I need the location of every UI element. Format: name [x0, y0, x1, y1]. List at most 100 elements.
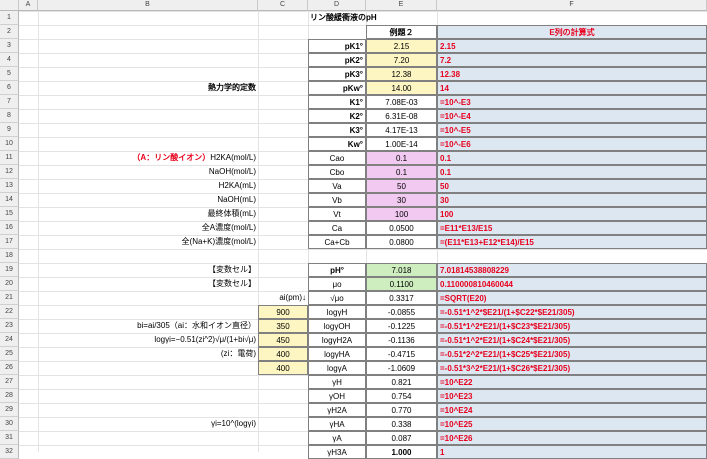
log-gamma-value[interactable]: -0.4715 [366, 347, 437, 361]
row-header[interactable]: 16 [0, 221, 19, 235]
log-gamma-label[interactable]: logγOH [308, 319, 366, 333]
input-label[interactable]: Ca+Cb [308, 235, 366, 249]
param-label[interactable]: K3° [308, 123, 366, 137]
row-header[interactable]: 19 [0, 263, 19, 277]
input-value[interactable]: 100 [366, 207, 437, 221]
gamma-label[interactable]: γHA [308, 417, 366, 431]
log-gamma-value[interactable]: -0.0855 [366, 305, 437, 319]
input-value[interactable]: 0.0800 [366, 235, 437, 249]
row-header[interactable]: 7 [0, 95, 19, 109]
row-header[interactable]: 13 [0, 179, 19, 193]
param-formula[interactable]: 2.15 [437, 39, 707, 53]
row-header[interactable]: 27 [0, 375, 19, 389]
example-header[interactable]: 例題２ [366, 25, 437, 39]
variable-formula[interactable]: =SQRT(E20) [437, 291, 707, 305]
input-label[interactable]: Vb [308, 193, 366, 207]
param-value[interactable]: 14.00 [366, 81, 437, 95]
gamma-formula[interactable]: 1 [437, 445, 707, 459]
param-label[interactable]: pK1° [308, 39, 366, 53]
column-header-e[interactable]: E [366, 0, 437, 11]
row-header[interactable]: 22 [0, 305, 19, 319]
row-header[interactable]: 25 [0, 347, 19, 361]
log-gamma-formula[interactable]: =-0.51*1^2*$E21/(1+$C22*$E21/305) [437, 305, 707, 319]
row-header[interactable]: 17 [0, 235, 19, 249]
param-label[interactable]: Kw° [308, 137, 366, 151]
param-value[interactable]: 1.00E-14 [366, 137, 437, 151]
row-header[interactable]: 18 [0, 249, 19, 263]
row-header[interactable]: 24 [0, 333, 19, 347]
log-gamma-value[interactable]: -0.1225 [366, 319, 437, 333]
param-value[interactable]: 7.20 [366, 53, 437, 67]
row-header[interactable]: 21 [0, 291, 19, 305]
row-header[interactable]: 15 [0, 207, 19, 221]
param-label[interactable]: pKw° [308, 81, 366, 95]
input-formula[interactable]: 0.1 [437, 151, 707, 165]
gamma-formula[interactable]: =10^E24 [437, 403, 707, 417]
ion-diameter[interactable]: 400 [258, 361, 308, 375]
input-label[interactable]: Vt [308, 207, 366, 221]
row-header[interactable]: 9 [0, 123, 19, 137]
gamma-value[interactable]: 0.338 [366, 417, 437, 431]
ion-diameter[interactable]: 450 [258, 333, 308, 347]
row-header[interactable]: 10 [0, 137, 19, 151]
column-header-b[interactable]: B [38, 0, 258, 11]
row-header[interactable]: 28 [0, 389, 19, 403]
ion-diameter[interactable]: 900 [258, 305, 308, 319]
column-header-c[interactable]: C [258, 0, 308, 11]
gamma-formula[interactable]: =10^E26 [437, 431, 707, 445]
input-label[interactable]: Cao [308, 151, 366, 165]
param-formula[interactable]: 7.2 [437, 53, 707, 67]
param-formula[interactable]: 14 [437, 81, 707, 95]
input-value[interactable]: 0.0500 [366, 221, 437, 235]
gamma-label[interactable]: γH3A [308, 445, 366, 459]
row-header[interactable]: 23 [0, 319, 19, 333]
input-formula[interactable]: 30 [437, 193, 707, 207]
log-gamma-formula[interactable]: =-0.51*3^2*E21/(1+$C26*$E21/305) [437, 361, 707, 375]
variable-value[interactable]: 0.3317 [366, 291, 437, 305]
log-gamma-value[interactable]: -1.0609 [366, 361, 437, 375]
variable-label[interactable]: √μo [308, 291, 366, 305]
gamma-value[interactable]: 0.754 [366, 389, 437, 403]
row-header[interactable]: 6 [0, 81, 19, 95]
gamma-formula[interactable]: =10^E22 [437, 375, 707, 389]
row-header[interactable]: 3 [0, 39, 19, 53]
input-formula[interactable]: 100 [437, 207, 707, 221]
input-label[interactable]: Va [308, 179, 366, 193]
param-value[interactable]: 4.17E-13 [366, 123, 437, 137]
gamma-label[interactable]: γOH [308, 389, 366, 403]
column-header-d[interactable]: D [308, 0, 366, 11]
gamma-value[interactable]: 0.770 [366, 403, 437, 417]
gamma-label[interactable]: γH2A [308, 403, 366, 417]
gamma-value[interactable]: 0.821 [366, 375, 437, 389]
row-header[interactable]: 20 [0, 277, 19, 291]
log-gamma-formula[interactable]: =-0.51*1^2*E21/(1+$C24*$E21/305) [437, 333, 707, 347]
row-header[interactable]: 8 [0, 109, 19, 123]
column-header-a[interactable]: A [19, 0, 38, 11]
column-header-f[interactable]: F [437, 0, 707, 11]
param-formula[interactable]: 12.38 [437, 67, 707, 81]
row-header[interactable]: 32 [0, 445, 19, 459]
variable-value[interactable]: 7.018 [366, 263, 437, 277]
param-value[interactable]: 12.38 [366, 67, 437, 81]
param-label[interactable]: pK2° [308, 53, 366, 67]
log-gamma-label[interactable]: logγHA [308, 347, 366, 361]
row-header[interactable]: 12 [0, 165, 19, 179]
row-header[interactable]: 11 [0, 151, 19, 165]
variable-formula[interactable]: 7.01814538808229 [437, 263, 707, 277]
input-value[interactable]: 50 [366, 179, 437, 193]
param-label[interactable]: K1° [308, 95, 366, 109]
variable-label[interactable]: pH° [308, 263, 366, 277]
input-formula[interactable]: 0.1 [437, 165, 707, 179]
input-value[interactable]: 30 [366, 193, 437, 207]
param-label[interactable]: pK3° [308, 67, 366, 81]
log-gamma-formula[interactable]: =-0.51*1^2*E21/(1+$C23*$E21/305) [437, 319, 707, 333]
row-header[interactable]: 29 [0, 403, 19, 417]
param-formula[interactable]: =10^-E5 [437, 123, 707, 137]
variable-value[interactable]: 0.1100 [366, 277, 437, 291]
gamma-label[interactable]: γA [308, 431, 366, 445]
input-value[interactable]: 0.1 [366, 151, 437, 165]
param-formula[interactable]: =10^-E4 [437, 109, 707, 123]
ion-diameter[interactable]: 400 [258, 347, 308, 361]
gamma-value[interactable]: 1.000 [366, 445, 437, 459]
input-formula[interactable]: 50 [437, 179, 707, 193]
